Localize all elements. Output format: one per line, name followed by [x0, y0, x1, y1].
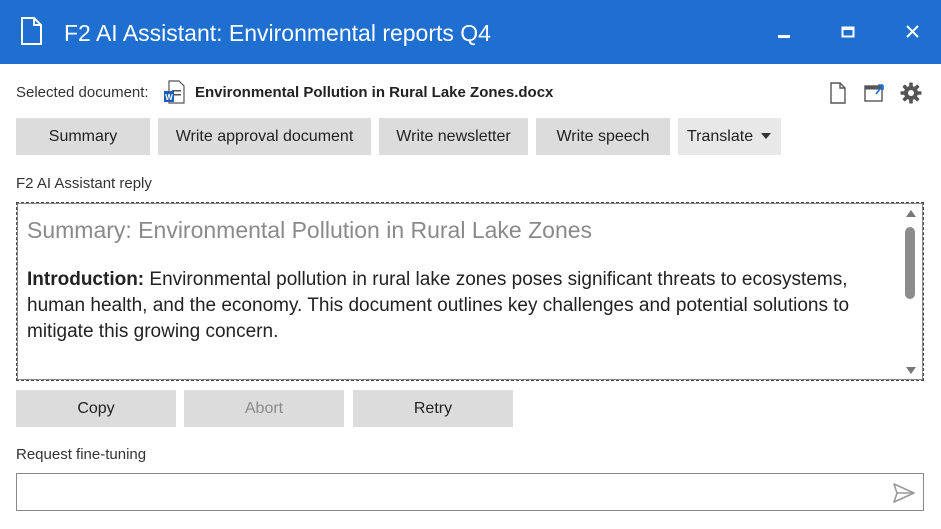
write-speech-button[interactable]: Write speech: [536, 118, 670, 155]
open-window-icon[interactable]: [862, 81, 886, 105]
reply-content: Summary: Environmental Pollution in Rura…: [27, 215, 887, 345]
maximize-button[interactable]: [829, 16, 869, 48]
abort-button[interactable]: Abort: [184, 390, 344, 427]
title-bar: F2 AI Assistant: Environmental reports Q…: [0, 0, 941, 64]
fine-tuning-label: Request fine-tuning: [16, 446, 147, 463]
intro-heading: Introduction:: [27, 269, 145, 290]
reply-box[interactable]: Summary: Environmental Pollution in Rura…: [16, 202, 924, 381]
minimize-button[interactable]: [765, 16, 805, 48]
svg-text:W: W: [165, 93, 173, 102]
write-newsletter-button[interactable]: Write newsletter: [379, 118, 528, 155]
close-icon: [906, 25, 919, 38]
intro-text: Environmental pollution in rural lake zo…: [27, 269, 850, 342]
scroll-down-arrow-icon[interactable]: [906, 367, 916, 374]
summary-button[interactable]: Summary: [16, 118, 150, 155]
selected-document-name: Environmental Pollution in Rural Lake Zo…: [195, 84, 554, 101]
word-doc-icon: W: [164, 80, 185, 104]
settings-gear-icon[interactable]: [899, 81, 923, 105]
chevron-down-icon: [761, 133, 771, 139]
copy-button[interactable]: Copy: [16, 390, 176, 427]
reply-introduction: Introduction: Environmental pollution in…: [27, 267, 887, 345]
reply-title: Summary: Environmental Pollution in Rura…: [27, 217, 593, 243]
maximize-icon: [841, 26, 855, 38]
window-title: F2 AI Assistant: Environmental reports Q…: [64, 20, 491, 46]
send-icon[interactable]: [892, 482, 916, 504]
translate-label: Translate: [687, 128, 754, 145]
write-approval-document-button[interactable]: Write approval document: [158, 118, 371, 155]
scroll-up-arrow-icon[interactable]: [906, 210, 916, 217]
fine-tuning-input[interactable]: [16, 473, 924, 511]
retry-button[interactable]: Retry: [353, 390, 513, 427]
translate-dropdown[interactable]: Translate: [678, 118, 781, 155]
scrollbar-thumb[interactable]: [905, 227, 915, 299]
document-icon: [21, 17, 42, 45]
close-button[interactable]: [893, 16, 933, 48]
reply-label: F2 AI Assistant reply: [16, 175, 152, 192]
selected-document-label: Selected document:: [16, 84, 149, 101]
new-document-icon[interactable]: [826, 81, 850, 105]
minimize-icon: [778, 35, 790, 38]
